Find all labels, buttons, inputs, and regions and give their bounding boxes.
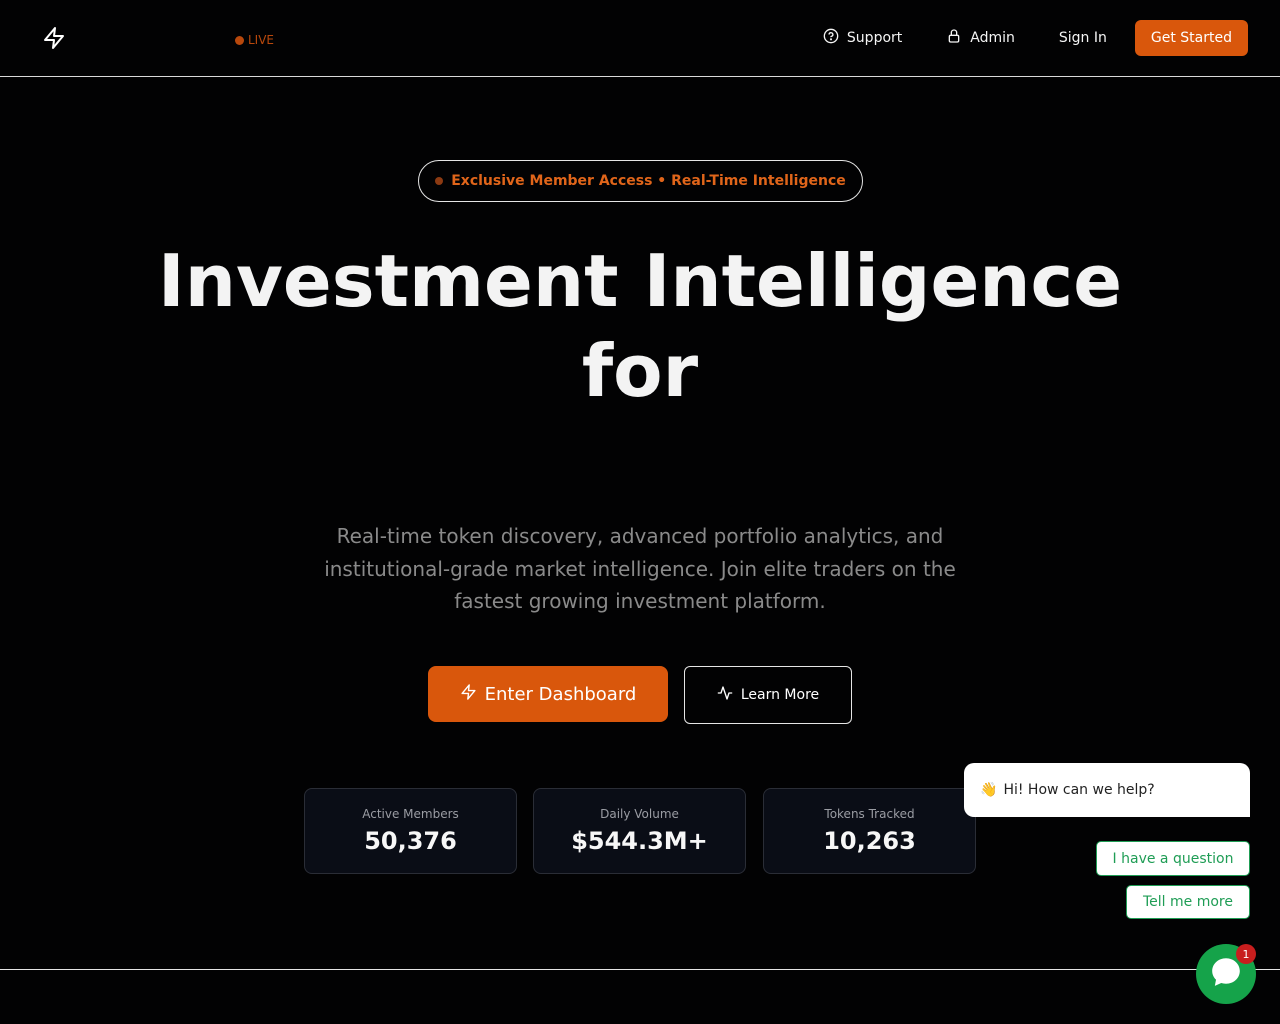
lightning-bolt-icon [460, 683, 477, 706]
nav-support-label: Support [846, 30, 903, 46]
get-started-label: Get Started [1150, 30, 1232, 46]
quick-reply-question-button[interactable]: I have a question [1096, 841, 1250, 876]
sign-in-link[interactable]: Sign In [1059, 20, 1107, 56]
get-started-button[interactable]: Get Started [1134, 20, 1248, 56]
enter-dashboard-label: Enter Dashboard [484, 683, 637, 705]
live-label: LIVE [248, 33, 275, 47]
learn-more-label: Learn More [740, 687, 820, 703]
nav-admin-label: Admin [970, 30, 1015, 46]
stat-card-tokens-tracked: Tokens Tracked 10,263 [763, 788, 976, 874]
site-header: LIVE Support Admin Sign In Get Started [0, 0, 1280, 77]
logo-lightning-icon[interactable] [42, 25, 66, 51]
hero-cta-row: Enter Dashboard Learn More [0, 666, 1280, 724]
hero-title: Investment Intelligence for [0, 236, 1280, 416]
stat-card-daily-volume: Daily Volume $544.3M+ [533, 788, 746, 874]
member-access-badge: Exclusive Member Access • Real-Time Inte… [418, 160, 863, 202]
help-circle-icon [823, 28, 839, 48]
sign-in-label: Sign In [1058, 30, 1107, 46]
chat-unread-badge: 1 [1236, 944, 1256, 964]
stat-value: 10,263 [823, 827, 916, 855]
stat-card-active-members: Active Members 50,376 [304, 788, 517, 874]
enter-dashboard-button[interactable]: Enter Dashboard [428, 666, 668, 722]
stat-label: Daily Volume [600, 807, 679, 821]
waving-hand-icon: 👋 [980, 782, 998, 798]
hero-title-line-1: Investment Intelligence [157, 239, 1123, 323]
lock-icon [946, 28, 962, 48]
stat-label: Active Members [362, 807, 459, 821]
hero-subtitle: Real-time token discovery, advanced port… [324, 524, 956, 613]
stat-value: $544.3M+ [571, 827, 708, 855]
chat-greeting-bubble[interactable]: 👋 Hi! How can we help? [964, 763, 1250, 817]
hero-title-line-2: for [581, 329, 699, 413]
nav-admin-link[interactable]: Admin [946, 20, 1015, 56]
stat-label: Tokens Tracked [824, 807, 915, 821]
section-divider [0, 969, 1280, 970]
quick-reply-tell-more-button[interactable]: Tell me more [1126, 885, 1250, 919]
learn-more-button[interactable]: Learn More [684, 666, 852, 724]
top-nav: Support Admin Sign In Get Started [823, 20, 1248, 56]
badge-text: Exclusive Member Access • Real-Time Inte… [451, 173, 846, 189]
nav-support-link[interactable]: Support [823, 20, 902, 56]
badge-dot-icon [435, 177, 444, 185]
chat-greeting-text: Hi! How can we help? [1003, 782, 1155, 798]
live-indicator: LIVE [235, 33, 274, 47]
live-dot-icon [235, 35, 244, 45]
activity-pulse-icon [717, 685, 733, 705]
stat-value: 50,376 [364, 827, 457, 855]
